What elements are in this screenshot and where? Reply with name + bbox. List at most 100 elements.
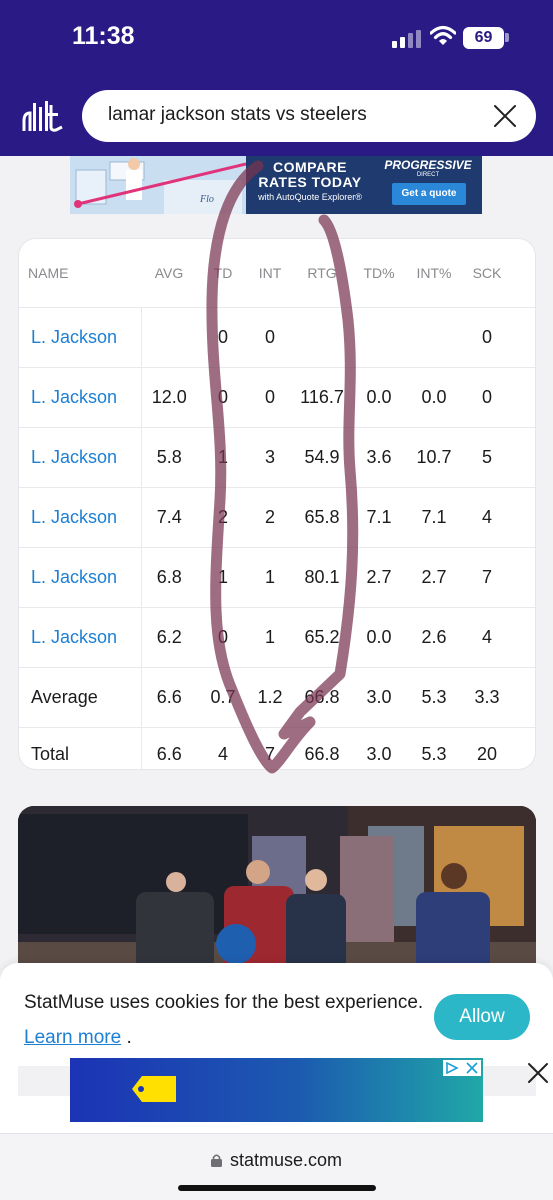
url-display[interactable]: statmuse.com (0, 1150, 553, 1171)
wifi-icon (430, 25, 456, 45)
stat-cell: 5 (463, 426, 511, 487)
search-bar[interactable]: lamar jackson stats vs steelers (82, 90, 536, 142)
table-row: L. Jackson 6.8 1 1 80.1 2.7 2.7 7 (19, 546, 535, 607)
stat-cell: 16 (511, 666, 535, 727)
close-icon[interactable] (492, 103, 518, 129)
stat-cell: 0 (463, 306, 511, 367)
stat-cell: 7.1 (353, 486, 405, 547)
ad-subline: with AutoQuote Explorer® (258, 192, 362, 202)
stat-cell: 10.7 (405, 426, 463, 487)
stat-cell (141, 306, 197, 367)
stat-cell: 0.0 (353, 606, 405, 667)
video-thumbnail[interactable] (18, 806, 536, 976)
stat-cell: 7.1 (405, 486, 463, 547)
player-name-link[interactable]: L. Jackson (19, 426, 142, 487)
video-scene (18, 806, 536, 976)
table-row: L. Jackson 12.0 0 0 116.7 0.0 0.0 0 (19, 366, 535, 427)
stat-cell: 2 (197, 486, 249, 547)
stat-cell: 80.1 (291, 546, 353, 607)
stats-card: NAME AVG TD INT RTG TD% INT% SCK SC L. J… (18, 238, 536, 770)
stat-cell: 3 (249, 426, 291, 487)
stat-cell: 65.2 (291, 606, 353, 667)
bottom-advertisement[interactable] (70, 1058, 483, 1122)
stat-cell: 0 (463, 366, 511, 427)
stat-cell: 54.9 (291, 426, 353, 487)
stat-cell: 3.3 (463, 666, 511, 727)
home-indicator[interactable] (178, 1185, 376, 1191)
stat-cell: 66.8 (291, 726, 353, 769)
column-header[interactable]: INT% (405, 239, 463, 307)
learn-more-link[interactable]: Learn more (24, 1027, 121, 1048)
stat-cell: 1 (197, 546, 249, 607)
stat-cell: 3.6 (353, 426, 405, 487)
player-name-link[interactable]: L. Jackson (19, 306, 142, 367)
player-name-link[interactable]: L. Jackson (19, 486, 142, 547)
stats-table: NAME AVG TD INT RTG TD% INT% SCK SC L. J… (19, 239, 535, 769)
stat-cell: 1.2 (249, 666, 291, 727)
stat-cell: 0.0 (353, 366, 405, 427)
stat-cell (511, 306, 535, 367)
player-name-link[interactable]: L. Jackson (19, 606, 142, 667)
stat-cell: 2.7 (353, 546, 405, 607)
stat-cell (405, 306, 463, 367)
ad-brand-sub: DIRECT (416, 172, 440, 178)
allow-cookies-button[interactable]: Allow (434, 994, 530, 1040)
stat-cell: 12.0 (141, 366, 197, 427)
stat-cell (511, 726, 535, 769)
column-header[interactable]: AVG (141, 239, 197, 307)
stat-cell: 0 (249, 366, 291, 427)
stat-cell: 0 (197, 606, 249, 667)
cookie-message: StatMuse uses cookies for the best exper… (24, 985, 424, 1055)
ad-headline: COMPARE RATES TODAY (258, 159, 362, 190)
column-header[interactable]: TD (197, 239, 249, 307)
stat-cell: 1 (197, 426, 249, 487)
stat-cell: 6.6 (141, 666, 197, 727)
stat-cell: 5.3 (405, 726, 463, 769)
cookie-period: . (126, 1027, 132, 1048)
stat-cell: 4 (463, 486, 511, 547)
column-header[interactable]: SCK (463, 239, 511, 307)
stat-cell: 7 (463, 546, 511, 607)
stat-cell: 2.7 (405, 546, 463, 607)
column-header[interactable]: SC (511, 239, 535, 307)
column-header[interactable]: INT (249, 239, 291, 307)
stat-cell: 7.4 (141, 486, 197, 547)
table-row: L. Jackson 6.2 0 1 65.2 0.0 2.6 4 (19, 606, 535, 667)
stat-cell (511, 426, 535, 487)
stat-cell: 0 (197, 366, 249, 427)
close-ad-icon[interactable] (527, 1062, 549, 1084)
url-domain: statmuse.com (229, 1150, 343, 1170)
player-name-link[interactable]: L. Jackson (19, 366, 142, 427)
stat-cell (291, 306, 353, 367)
stat-cell: 65.8 (291, 486, 353, 547)
adchoices-icon[interactable] (443, 1060, 481, 1076)
table-row: L. Jackson 5.8 1 3 54.9 3.6 10.7 5 (19, 426, 535, 487)
stat-cell: 6.8 (141, 546, 197, 607)
table-row: L. Jackson 0 0 0 (19, 306, 535, 367)
stat-cell: 2 (249, 486, 291, 547)
column-header[interactable]: NAME (19, 239, 141, 307)
top-advertisement[interactable]: Flo COMPARE RATES TODAY with AutoQuote E… (70, 156, 482, 214)
stat-cell: 116.7 (291, 366, 353, 427)
stat-cell (511, 606, 535, 667)
stat-cell: 4 (197, 726, 249, 769)
row-label: Total (19, 726, 142, 769)
cellular-signal-icon (392, 30, 421, 48)
stat-cell: 2.6 (405, 606, 463, 667)
stat-cell: 1 (249, 606, 291, 667)
stat-cell: 0.7 (197, 666, 249, 727)
column-header[interactable]: TD% (353, 239, 405, 307)
ad-sign-text: Flo (199, 194, 214, 205)
stat-cell: 5.3 (405, 666, 463, 727)
stat-cell: 1 (249, 546, 291, 607)
stat-cell: 7 (249, 726, 291, 769)
column-header[interactable]: RTG (291, 239, 353, 307)
search-input[interactable]: lamar jackson stats vs steelers (108, 104, 367, 126)
price-tag-icon (132, 1076, 176, 1102)
player-name-link[interactable]: L. Jackson (19, 546, 142, 607)
browser-url-bar[interactable]: statmuse.com (0, 1133, 553, 1200)
statmuse-logo-icon[interactable] (22, 99, 64, 133)
get-quote-button[interactable]: Get a quote (392, 183, 466, 205)
cookie-text: StatMuse uses cookies for the best exper… (24, 992, 424, 1013)
ad-brand: PROGRESSIVE (384, 158, 472, 172)
